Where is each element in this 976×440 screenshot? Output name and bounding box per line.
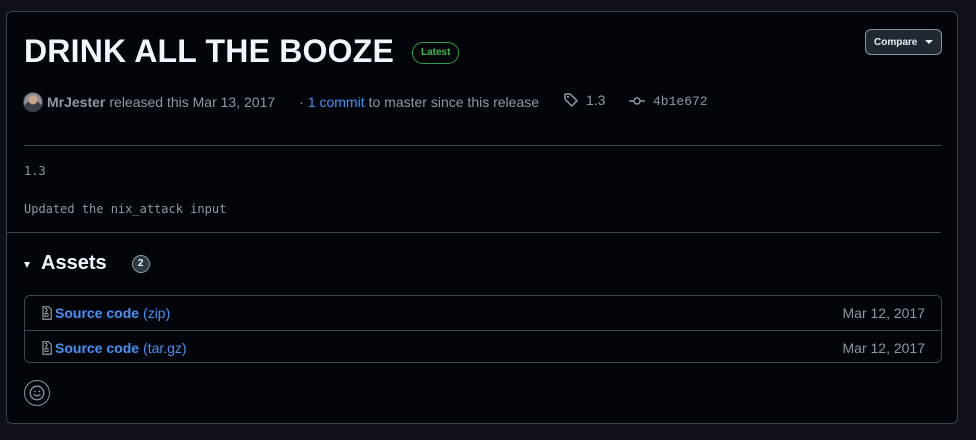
tag-icon xyxy=(564,93,578,107)
file-zip-icon xyxy=(42,340,52,355)
git-commit-icon xyxy=(629,97,645,105)
release-notes: 1.3 Updated the nix_attack input xyxy=(24,163,226,239)
commit-link[interactable]: 4b1e672 xyxy=(629,93,708,109)
release-title[interactable]: DRINK ALL THE BOOZE xyxy=(24,33,394,69)
smiley-icon xyxy=(29,385,45,401)
assets-count: 2 xyxy=(131,254,150,273)
author-link[interactable]: MrJester xyxy=(47,94,105,110)
divider xyxy=(7,232,941,233)
compare-button[interactable]: Compare xyxy=(865,29,943,55)
assets-title: Assets xyxy=(41,252,107,274)
latest-badge: Latest xyxy=(412,42,460,64)
asset-type[interactable]: (zip) xyxy=(143,305,170,321)
asset-date: Mar 12, 2017 xyxy=(842,305,926,321)
avatar[interactable] xyxy=(23,92,43,112)
divider xyxy=(24,145,942,146)
release-card: DRINK ALL THE BOOZE Latest Compare MrJes… xyxy=(6,11,958,424)
file-zip-icon xyxy=(42,306,52,320)
asset-link[interactable]: Source code xyxy=(55,305,139,321)
commit-sha: 4b1e672 xyxy=(653,93,708,109)
release-meta: MrJester released this Mar 13, 2017 · 1 … xyxy=(23,92,539,112)
commits-prefix: · xyxy=(299,94,304,110)
tag-label: 1.3 xyxy=(586,92,606,108)
triangle-down-icon xyxy=(24,261,30,268)
asset-link[interactable]: Source code xyxy=(55,340,139,356)
list-item: Source code (zip) Mar 12, 2017 xyxy=(25,296,941,330)
chevron-down-icon xyxy=(925,40,934,44)
notes-line: 1.3 xyxy=(24,164,46,178)
commits-suffix: to master since this release xyxy=(368,94,540,110)
assets-list: Source code (zip) Mar 12, 2017 Source co… xyxy=(24,295,942,363)
asset-date: Mar 12, 2017 xyxy=(842,339,926,356)
asset-type[interactable]: (tar.gz) xyxy=(143,340,187,356)
commits-link[interactable]: 1 commit xyxy=(308,94,365,110)
assets-toggle[interactable]: Assets 2 xyxy=(24,252,150,275)
list-item: Source code (tar.gz) Mar 12, 2017 xyxy=(25,330,941,364)
notes-line: Updated the nix_attack input xyxy=(24,202,227,216)
add-reaction-button[interactable] xyxy=(24,380,50,406)
tag-link[interactable]: 1.3 xyxy=(563,92,605,108)
compare-label: Compare xyxy=(874,36,918,48)
released-text: released this Mar 13, 2017 xyxy=(109,94,276,110)
